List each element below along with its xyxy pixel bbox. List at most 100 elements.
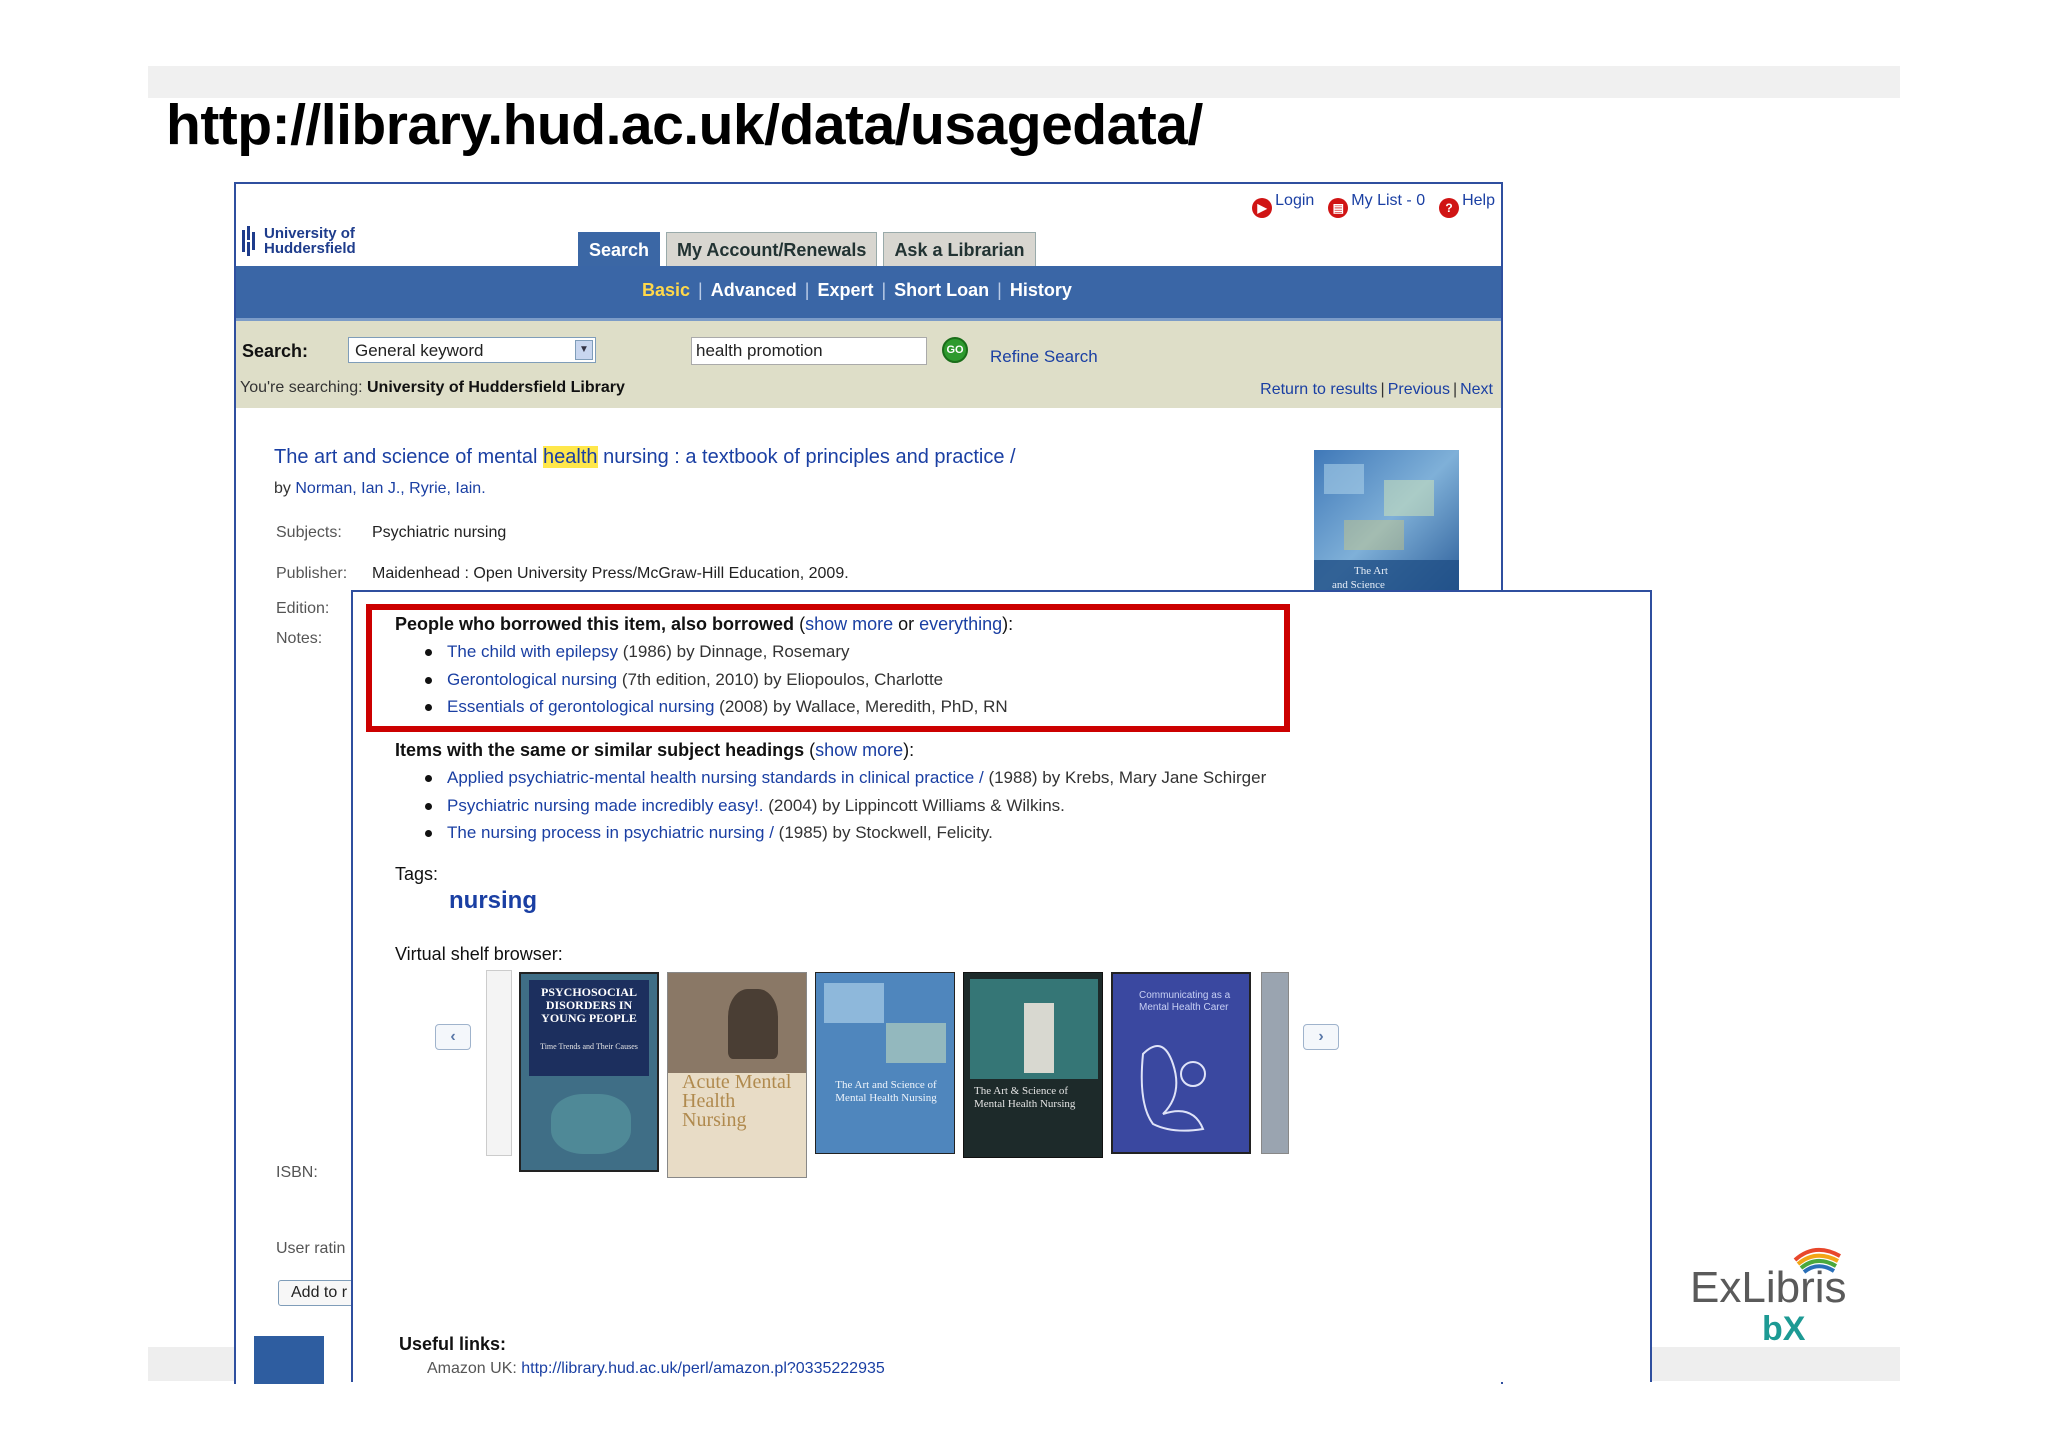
notes-label: Notes: <box>276 630 323 647</box>
shelf-next-button[interactable]: › <box>1303 1024 1339 1050</box>
recommendations-panel: People who borrowed this item, also borr… <box>351 590 1652 1382</box>
shelf-book-art-science-2[interactable]: The Art & Science of Mental Health Nursi… <box>963 972 1103 1158</box>
subnav-separator: | <box>804 280 810 300</box>
subnav-history[interactable]: History <box>1010 280 1072 301</box>
list-item: The child with epilepsy (1986) by Dinnag… <box>425 642 1008 670</box>
edition-label: Edition: <box>276 600 330 617</box>
login-label[interactable]: Login <box>1275 192 1314 210</box>
search-type-select[interactable]: General keyword ▼ <box>348 337 596 363</box>
tab-ask-librarian[interactable]: Ask a Librarian <box>883 232 1036 268</box>
amazon-link[interactable]: http://library.hud.ac.uk/perl/amazon.pl?… <box>521 1360 885 1377</box>
next-link[interactable]: Next <box>1460 381 1493 398</box>
chevron-down-icon[interactable]: ▼ <box>575 340 593 360</box>
similar-subjects-list: Applied psychiatric-mental health nursin… <box>425 768 1266 851</box>
author-links[interactable]: Norman, Ian J., Ryrie, Iain. <box>295 480 485 497</box>
subnav-separator: | <box>698 280 703 300</box>
publisher-value: Maidenhead : Open University Press/McGra… <box>372 565 849 582</box>
shelf-book-partial[interactable] <box>486 970 512 1156</box>
search-mode-nav: Basic | Advanced | Expert | Short Loan |… <box>236 266 1501 321</box>
exlibris-bx-logo: ExLibris bX <box>1690 1242 1880 1348</box>
amazon-label: Amazon UK: <box>427 1360 517 1377</box>
item-title-link[interactable]: The child with epilepsy <box>447 642 618 661</box>
paren: ( <box>794 614 806 634</box>
record-title-part: The art and science of mental <box>274 446 544 468</box>
refine-search-link[interactable]: Refine Search <box>990 347 1098 367</box>
similar-subjects-heading: Items with the same or similar subject h… <box>395 740 914 761</box>
shelf-book-partial[interactable] <box>1261 972 1289 1154</box>
item-details: (1985) by Stockwell, Felicity. <box>773 823 993 842</box>
subnav-separator: | <box>881 280 887 300</box>
tags-label: Tags: <box>395 864 439 884</box>
my-list-label[interactable]: My List - 0 <box>1351 192 1425 210</box>
help-label[interactable]: Help <box>1462 192 1495 210</box>
show-more-link[interactable]: show more <box>815 740 903 760</box>
help-link[interactable]: ? Help <box>1439 192 1495 218</box>
book-title: Communicating as a Mental Health Carer <box>1139 990 1231 1013</box>
record-title-part: nursing : a textbook of principles and p… <box>597 446 1016 468</box>
book-title: The Art and Science of Mental Health Nur… <box>835 1079 937 1104</box>
return-to-results-link[interactable]: Return to results <box>1260 381 1377 398</box>
chevron-left-icon: ‹ <box>450 1028 456 1045</box>
item-title-link[interactable]: Psychiatric nursing made incredibly easy… <box>447 796 764 815</box>
nav-separator: | <box>1452 381 1458 398</box>
search-term-highlight: health <box>543 446 598 468</box>
item-details: (1988) by Krebs, Mary Jane Schirger <box>983 768 1267 787</box>
record-authors: by Norman, Ian J., Ryrie, Iain. <box>274 480 486 498</box>
search-scope-prefix: You're searching: <box>240 379 363 396</box>
login-arrow-icon: ▶ <box>1252 198 1273 218</box>
exlibris-logo-icon: ExLibris bX <box>1690 1248 1847 1348</box>
result-navigation: Return to results | Previous | Next <box>1260 381 1493 399</box>
book-title: The Art & Science of Mental Health Nursi… <box>974 1085 1076 1110</box>
go-button[interactable]: GO <box>942 337 968 363</box>
shelf-book-psychosocial[interactable]: PSYCHOSOCIAL DISORDERS IN YOUNG PEOPLE T… <box>519 972 659 1172</box>
subnav-expert[interactable]: Expert <box>817 280 873 301</box>
previous-link[interactable]: Previous <box>1388 381 1450 398</box>
search-type-value: General keyword <box>355 341 484 360</box>
svg-text:bX: bX <box>1762 1310 1806 1347</box>
book-title: Acute Mental Health Nursing <box>682 1071 792 1131</box>
tab-my-account[interactable]: My Account/Renewals <box>666 232 878 268</box>
subject-link[interactable]: Psychiatric nursing <box>372 524 506 542</box>
item-title-link[interactable]: Applied psychiatric-mental health nursin… <box>447 768 984 787</box>
also-borrowed-list: The child with epilepsy (1986) by Dinnag… <box>425 642 1008 725</box>
everything-link[interactable]: everything <box>919 614 1002 634</box>
chevron-right-icon: › <box>1318 1028 1324 1045</box>
shelf-prev-button[interactable]: ‹ <box>435 1024 471 1050</box>
main-tabs: Search My Account/Renewals Ask a Librari… <box>578 232 1036 268</box>
item-title-link[interactable]: Essentials of gerontological nursing <box>447 697 714 716</box>
also-borrowed-heading: People who borrowed this item, also borr… <box>395 614 1013 635</box>
subnav-basic[interactable]: Basic <box>642 280 690 301</box>
tab-search[interactable]: Search <box>578 232 661 268</box>
search-input[interactable] <box>691 337 927 365</box>
item-title-link[interactable]: Gerontological nursing <box>447 670 617 689</box>
university-logo-text: University of Huddersfield <box>264 226 356 256</box>
university-logo[interactable]: University of Huddersfield <box>242 224 402 260</box>
similar-subjects-title: Items with the same or similar subject h… <box>395 740 805 760</box>
cover-art <box>1140 1045 1206 1132</box>
also-borrowed-title: People who borrowed this item, also borr… <box>395 614 795 634</box>
by-prefix: by <box>274 480 291 497</box>
shelf-book-art-science-1[interactable]: The Art and Science of Mental Health Nur… <box>815 972 955 1154</box>
subnav-short-loan[interactable]: Short Loan <box>894 280 989 301</box>
my-list-link[interactable]: ▤ My List - 0 <box>1328 192 1425 218</box>
useful-links-label: Useful links: <box>399 1334 507 1354</box>
or-text: or <box>893 614 920 634</box>
book-cover[interactable]: The Art and Science <box>1314 450 1459 595</box>
cover-art <box>886 1023 946 1063</box>
list-icon: ▤ <box>1328 198 1349 218</box>
subnav-advanced[interactable]: Advanced <box>711 280 797 301</box>
login-link[interactable]: ▶ Login <box>1252 192 1314 218</box>
help-icon: ? <box>1439 198 1460 218</box>
tag-link[interactable]: nursing <box>449 887 537 915</box>
item-details: (2008) by Wallace, Meredith, PhD, RN <box>714 697 1008 716</box>
cover-photo-figure <box>1024 1003 1054 1073</box>
show-more-link[interactable]: show more <box>805 614 893 634</box>
shelf-book-acute-mental-health[interactable]: Acute Mental Health Nursing <box>667 972 807 1178</box>
item-title-link[interactable]: The nursing process in psychiatric nursi… <box>447 823 774 842</box>
paren: ( <box>804 740 816 760</box>
record-title[interactable]: The art and science of mental health nur… <box>274 446 1016 469</box>
list-item: The nursing process in psychiatric nursi… <box>425 823 1266 851</box>
search-scope-value: University of Huddersfield Library <box>367 379 625 396</box>
shelf-book-communicating[interactable]: Communicating as a Mental Health Carer <box>1111 972 1251 1154</box>
search-label: Search: <box>242 341 309 361</box>
